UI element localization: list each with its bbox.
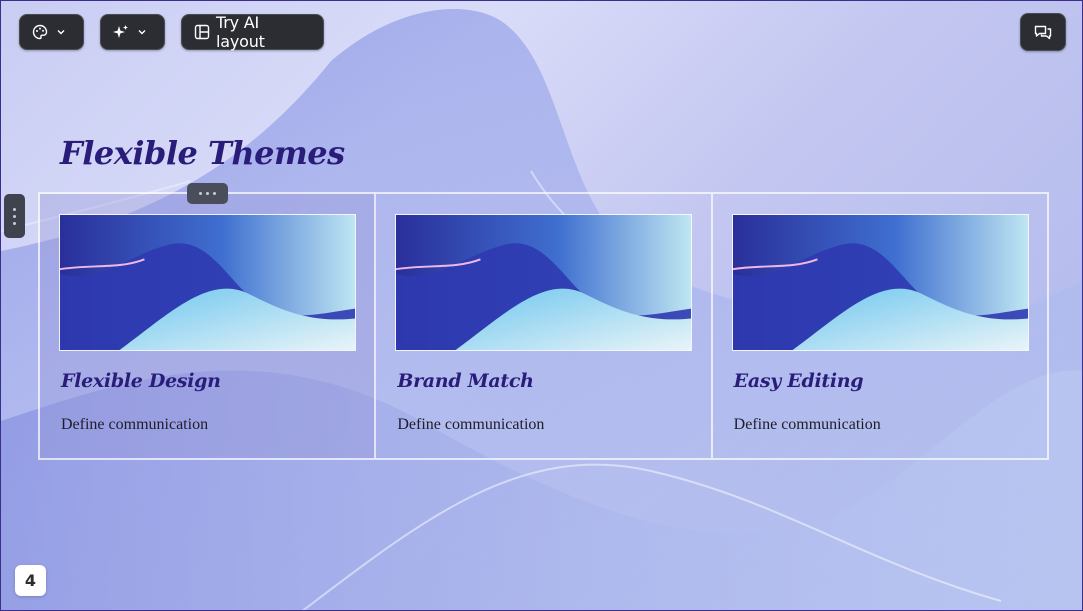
card-easy-editing[interactable]: Easy Editing Define communication xyxy=(713,194,1047,458)
wave-image xyxy=(396,215,692,350)
chevron-down-icon xyxy=(137,27,147,37)
dot-icon xyxy=(13,214,16,218)
card-description[interactable]: Define communication xyxy=(397,416,544,434)
ai-dropdown-button[interactable] xyxy=(100,14,165,50)
card-flexible-design[interactable]: Flexible Design Define communication xyxy=(40,194,377,458)
wave-image xyxy=(60,215,355,350)
card-image[interactable] xyxy=(395,214,693,351)
dot-icon xyxy=(13,207,16,211)
try-ai-layout-label: Try AI layout xyxy=(216,13,265,51)
dot-icon xyxy=(199,192,202,195)
wave-image xyxy=(732,215,1028,350)
card-grid[interactable]: Flexible Design Define communication Bra… xyxy=(38,192,1049,460)
drag-handle-vertical[interactable] xyxy=(4,194,25,238)
page-number-badge: 4 xyxy=(15,565,46,596)
card-image[interactable] xyxy=(59,214,356,351)
comment-button[interactable] xyxy=(1020,13,1066,51)
theme-dropdown-button[interactable] xyxy=(19,14,84,50)
dot-icon xyxy=(213,192,216,195)
slide-title[interactable]: Flexible Themes xyxy=(60,134,345,172)
card-description[interactable]: Define communication xyxy=(61,416,208,434)
dot-icon xyxy=(13,221,16,225)
card-heading[interactable]: Brand Match xyxy=(397,370,534,392)
drag-handle-horizontal[interactable] xyxy=(187,183,228,204)
comment-icon xyxy=(1034,24,1052,40)
card-heading[interactable]: Easy Editing xyxy=(734,370,864,392)
dot-icon xyxy=(206,192,209,195)
sparkle-icon xyxy=(113,24,129,40)
try-ai-layout-button[interactable]: Try AI layout xyxy=(181,13,324,51)
card-brand-match[interactable]: Brand Match Define communication xyxy=(376,194,713,458)
card-description[interactable]: Define communication xyxy=(734,416,881,434)
layout-icon xyxy=(194,24,210,40)
palette-icon xyxy=(32,24,48,40)
chevron-down-icon xyxy=(56,27,66,37)
card-image[interactable] xyxy=(731,214,1029,351)
card-heading[interactable]: Flexible Design xyxy=(61,370,221,392)
slide-canvas[interactable]: Try AI layout Flexible Themes Flexible D… xyxy=(0,0,1083,611)
